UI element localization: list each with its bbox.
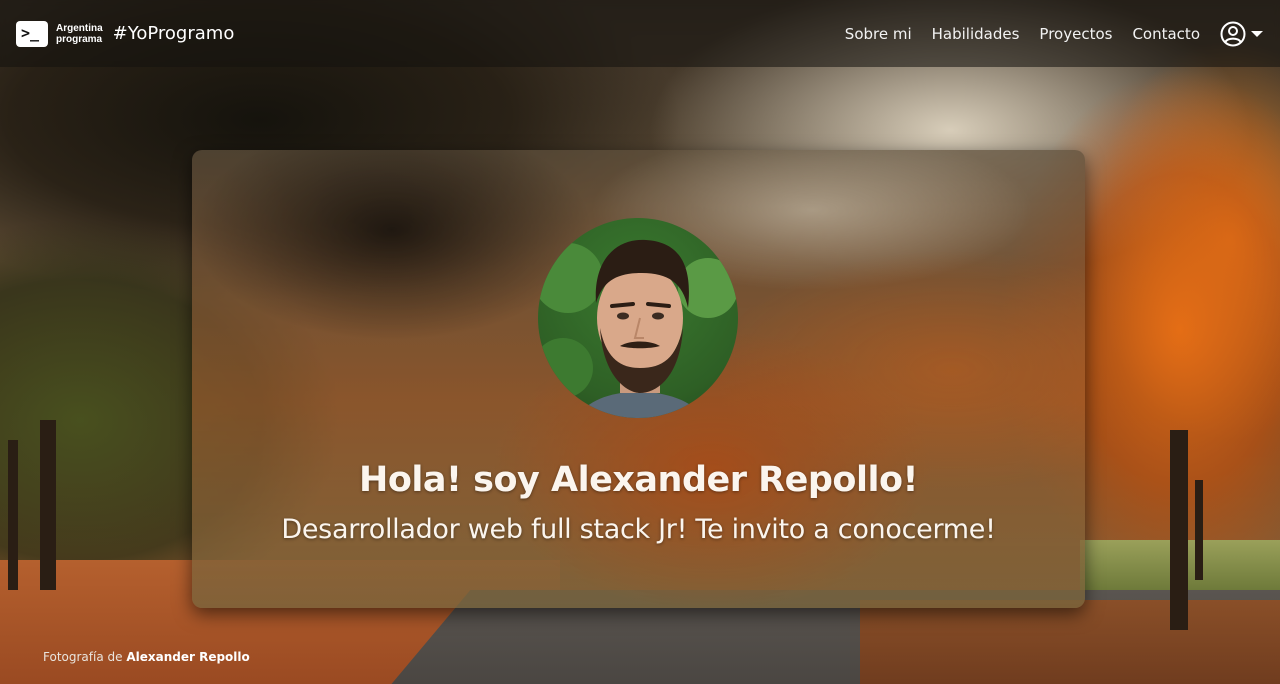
photo-credit: Fotografía de Alexander Repollo	[43, 650, 250, 664]
nav-link-contacto[interactable]: Contacto	[1132, 25, 1200, 43]
background-photo: >_ Argentina programa #YoProgramo Sobre …	[0, 0, 1280, 684]
credit-prefix: Fotografía de	[43, 650, 123, 664]
credit-author[interactable]: Alexander Repollo	[126, 650, 249, 664]
leaf-ground-right	[860, 600, 1280, 684]
hero-subtitle: Desarrollador web full stack Jr! Te invi…	[281, 514, 996, 545]
brand[interactable]: >_ Argentina programa #YoProgramo	[16, 20, 235, 47]
tree-trunk	[8, 440, 18, 590]
terminal-logo-icon: >_	[16, 20, 48, 47]
hero-title: Hola! soy Alexander Repollo!	[359, 460, 918, 500]
tree-trunk	[40, 420, 56, 590]
tree-trunk	[1195, 480, 1203, 580]
caret-down-icon	[1250, 29, 1264, 39]
navbar: >_ Argentina programa #YoProgramo Sobre …	[0, 0, 1280, 67]
hashtag-title: #YoProgramo	[112, 23, 235, 44]
user-menu-button[interactable]	[1220, 21, 1264, 47]
logo-line-1: Argentina	[56, 22, 103, 34]
logo-text: Argentina programa	[56, 23, 103, 45]
nav-link-proyectos[interactable]: Proyectos	[1039, 25, 1112, 43]
hero-card: Hola! soy Alexander Repollo! Desarrollad…	[192, 150, 1085, 608]
profile-avatar	[538, 218, 738, 418]
logo-line-2: programa	[56, 33, 103, 45]
user-circle-icon	[1220, 21, 1246, 47]
nav-link-habilidades[interactable]: Habilidades	[932, 25, 1020, 43]
nav-link-sobre-mi[interactable]: Sobre mi	[845, 25, 912, 43]
nav-links: Sobre mi Habilidades Proyectos Contacto	[845, 21, 1264, 47]
tree-trunk	[1170, 430, 1188, 630]
